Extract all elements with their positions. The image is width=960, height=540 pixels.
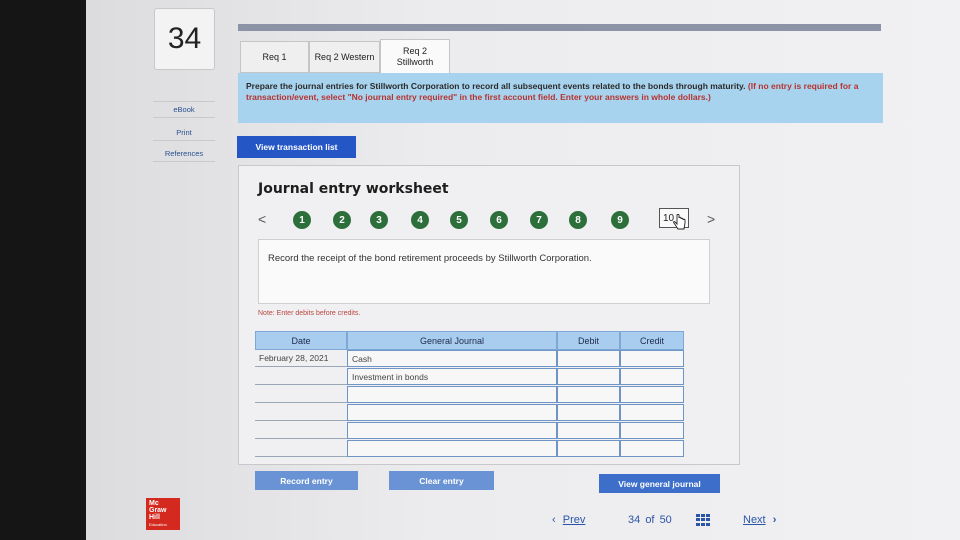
row-4-account[interactable] bbox=[347, 404, 557, 421]
step-4[interactable]: 4 bbox=[411, 211, 429, 229]
header-date: Date bbox=[255, 331, 347, 350]
row-5-date[interactable] bbox=[255, 422, 347, 439]
page-of: of bbox=[645, 514, 655, 526]
row-3-debit[interactable] bbox=[557, 386, 620, 403]
tab-req-1[interactable]: Req 1 bbox=[240, 41, 309, 73]
prev-page-link[interactable]: ‹ Prev bbox=[552, 514, 585, 526]
row-4-debit[interactable] bbox=[557, 404, 620, 421]
page-indicator: 34 of 50 bbox=[628, 514, 672, 526]
next-page-link[interactable]: Next › bbox=[743, 514, 776, 526]
row-3-credit[interactable] bbox=[620, 386, 684, 403]
row-5-credit[interactable] bbox=[620, 422, 684, 439]
tab-req-2-stillworth-label: Req 2 Stillworth bbox=[396, 45, 434, 67]
next-chevron-icon: › bbox=[772, 514, 777, 526]
record-entry-button[interactable]: Record entry bbox=[255, 471, 358, 490]
row-3-account[interactable] bbox=[347, 386, 557, 403]
row-6-debit[interactable] bbox=[557, 440, 620, 457]
references-link[interactable]: References bbox=[153, 145, 215, 162]
question-number: 34 bbox=[154, 8, 215, 70]
step-2[interactable]: 2 bbox=[333, 211, 351, 229]
row-2-credit[interactable] bbox=[620, 368, 684, 385]
step-5[interactable]: 5 bbox=[450, 211, 468, 229]
row-5-account[interactable] bbox=[347, 422, 557, 439]
row-6-credit[interactable] bbox=[620, 440, 684, 457]
mcgraw-hill-logo: Mc Graw Hill Education bbox=[146, 498, 180, 530]
row-6-account[interactable] bbox=[347, 440, 557, 457]
worksheet-title: Journal entry worksheet bbox=[258, 181, 449, 197]
row-2-debit[interactable] bbox=[557, 368, 620, 385]
header-general-journal: General Journal bbox=[347, 331, 557, 350]
page-total: 50 bbox=[659, 514, 672, 526]
step-6[interactable]: 6 bbox=[490, 211, 508, 229]
next-label: Next bbox=[743, 514, 766, 526]
page-current: 34 bbox=[628, 514, 641, 526]
step-3[interactable]: 3 bbox=[370, 211, 388, 229]
tab-req-2-stillworth[interactable]: Req 2 Stillworth bbox=[380, 39, 450, 74]
header-debit: Debit bbox=[557, 331, 620, 350]
hand-cursor-icon bbox=[673, 214, 686, 230]
row-2-account[interactable]: Investment in bonds bbox=[347, 368, 557, 385]
row-2-date[interactable] bbox=[255, 368, 347, 385]
header-credit: Credit bbox=[620, 331, 684, 350]
instructions-box: Prepare the journal entries for Stillwor… bbox=[238, 73, 883, 123]
print-link[interactable]: Print bbox=[153, 124, 215, 141]
row-1-credit[interactable] bbox=[620, 350, 684, 367]
debits-credits-note: Note: Enter debits before credits. bbox=[258, 310, 361, 317]
row-3-date[interactable] bbox=[255, 386, 347, 403]
row-1-debit[interactable] bbox=[557, 350, 620, 367]
instructions-text: Prepare the journal entries for Stillwor… bbox=[246, 81, 746, 91]
ebook-link[interactable]: eBook bbox=[153, 101, 215, 118]
step-1[interactable]: 1 bbox=[293, 211, 311, 229]
step-8[interactable]: 8 bbox=[569, 211, 587, 229]
progress-bar bbox=[238, 24, 881, 31]
prev-step-arrow[interactable]: < bbox=[258, 211, 266, 227]
tab-req-2-western[interactable]: Req 2 Western bbox=[309, 41, 380, 73]
clear-entry-button[interactable]: Clear entry bbox=[389, 471, 494, 490]
next-step-arrow[interactable]: > bbox=[707, 211, 715, 227]
entry-description: Record the receipt of the bond retiremen… bbox=[258, 239, 710, 304]
question-grid-icon[interactable] bbox=[696, 514, 710, 526]
row-4-credit[interactable] bbox=[620, 404, 684, 421]
row-6-date[interactable] bbox=[255, 440, 347, 457]
view-transaction-list-button[interactable]: View transaction list bbox=[237, 136, 356, 158]
step-7[interactable]: 7 bbox=[530, 211, 548, 229]
prev-label: Prev bbox=[562, 514, 586, 526]
row-1-date[interactable]: February 28, 2021 bbox=[255, 350, 347, 367]
step-9[interactable]: 9 bbox=[611, 211, 629, 229]
row-4-date[interactable] bbox=[255, 404, 347, 421]
row-1-account[interactable]: Cash bbox=[347, 350, 557, 367]
row-5-debit[interactable] bbox=[557, 422, 620, 439]
view-general-journal-button[interactable]: View general journal bbox=[599, 474, 720, 493]
prev-chevron-icon: ‹ bbox=[552, 514, 556, 526]
